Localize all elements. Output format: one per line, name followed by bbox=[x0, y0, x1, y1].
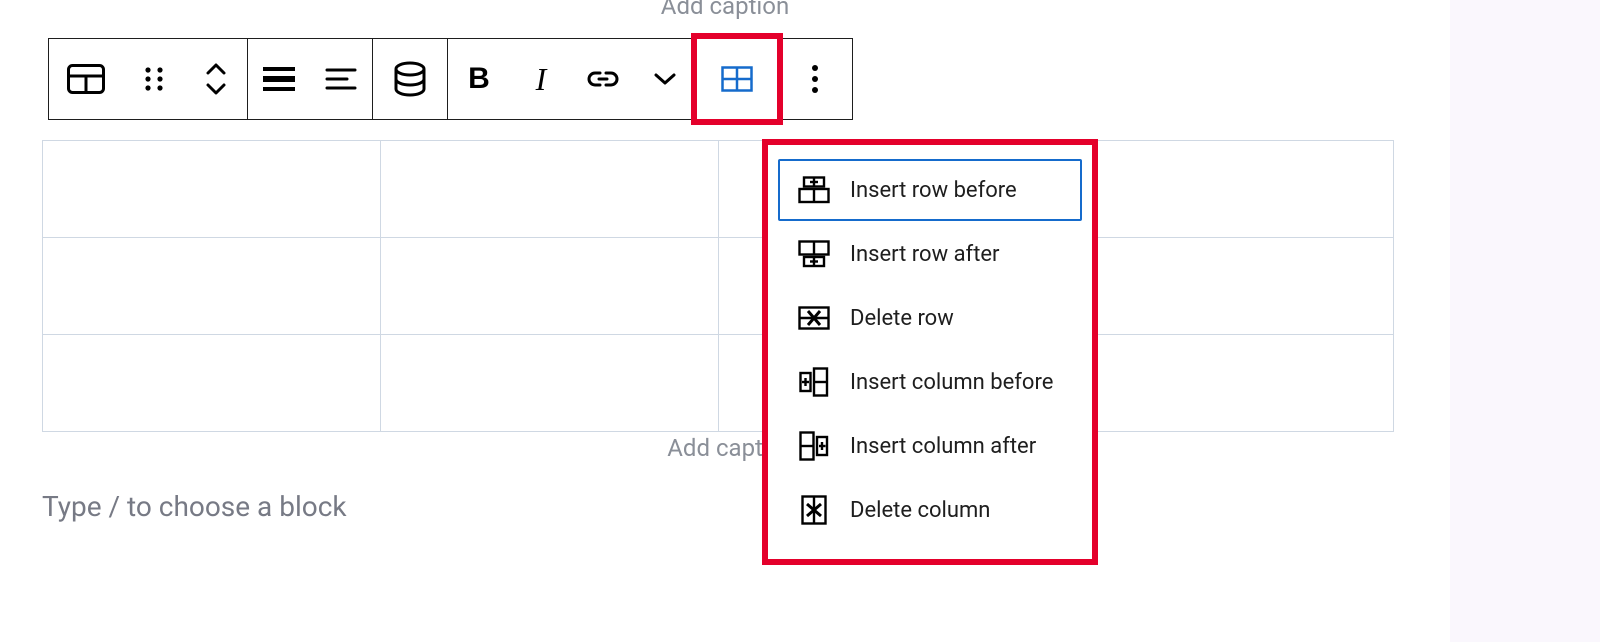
more-vertical-icon bbox=[811, 64, 819, 94]
table-cell[interactable] bbox=[1056, 141, 1394, 238]
toolbar-group-block bbox=[49, 39, 248, 119]
insert-col-before-icon bbox=[798, 367, 830, 397]
menu-delete-col[interactable]: Delete column bbox=[778, 479, 1082, 541]
menu-item-label: Insert row before bbox=[850, 178, 1017, 203]
options-button[interactable] bbox=[778, 40, 852, 118]
menu-item-label: Insert column after bbox=[850, 434, 1036, 459]
styles-button[interactable] bbox=[373, 40, 447, 118]
move-updown-button[interactable] bbox=[185, 40, 247, 118]
chevron-down-icon bbox=[653, 72, 677, 86]
editor-table[interactable] bbox=[42, 140, 1394, 432]
menu-item-label: Delete row bbox=[850, 306, 954, 331]
align-content-icon bbox=[325, 67, 357, 91]
menu-item-label: Delete column bbox=[850, 498, 990, 523]
table-edit-icon bbox=[721, 66, 753, 92]
table-cell[interactable] bbox=[1056, 335, 1394, 432]
caption-placeholder[interactable]: Add capti bbox=[42, 434, 1394, 462]
block-appender-placeholder[interactable]: Type / to choose a block bbox=[42, 490, 347, 523]
italic-icon: I bbox=[536, 61, 547, 98]
menu-delete-row[interactable]: Delete row bbox=[778, 287, 1082, 349]
insert-col-after-icon bbox=[798, 431, 830, 461]
table-cell[interactable] bbox=[380, 141, 718, 238]
align-content-button[interactable] bbox=[310, 40, 372, 118]
link-icon bbox=[586, 69, 620, 89]
link-button[interactable] bbox=[572, 40, 634, 118]
italic-button[interactable]: I bbox=[510, 40, 572, 118]
table-row[interactable] bbox=[43, 335, 1394, 432]
table-row[interactable] bbox=[43, 238, 1394, 335]
caption-placeholder-top[interactable]: Add caption bbox=[0, 0, 1450, 20]
menu-item-label: Insert row after bbox=[850, 242, 1000, 267]
sidebar-strip bbox=[1450, 0, 1600, 642]
toolbar-group-table-edit bbox=[697, 39, 778, 119]
delete-col-icon bbox=[798, 495, 830, 525]
insert-row-before-icon bbox=[798, 175, 830, 205]
toolbar-group-format: B I bbox=[448, 39, 697, 119]
drag-handle-button[interactable] bbox=[123, 40, 185, 118]
delete-row-icon bbox=[798, 303, 830, 333]
table-block-icon bbox=[67, 64, 105, 94]
block-type-button[interactable] bbox=[49, 40, 123, 118]
bold-icon: B bbox=[468, 62, 490, 96]
align-full-icon bbox=[263, 67, 295, 91]
table-cell[interactable] bbox=[380, 238, 718, 335]
insert-row-after-icon bbox=[798, 239, 830, 269]
table-cell[interactable] bbox=[1056, 238, 1394, 335]
align-full-button[interactable] bbox=[248, 40, 310, 118]
menu-insert-row-before[interactable]: Insert row before bbox=[778, 159, 1082, 221]
chevron-updown-icon bbox=[204, 61, 228, 97]
menu-insert-col-after[interactable]: Insert column after bbox=[778, 415, 1082, 477]
table-cell[interactable] bbox=[43, 335, 381, 432]
table-cell[interactable] bbox=[43, 141, 381, 238]
more-format-button[interactable] bbox=[634, 40, 696, 118]
toolbar-group-styles bbox=[373, 39, 448, 119]
database-icon bbox=[392, 61, 428, 97]
toolbar-group-options bbox=[778, 39, 852, 119]
menu-insert-row-after[interactable]: Insert row after bbox=[778, 223, 1082, 285]
table-cell[interactable] bbox=[43, 238, 381, 335]
table-edit-dropdown: Insert row before Insert row after bbox=[762, 139, 1098, 565]
drag-icon bbox=[144, 66, 164, 92]
table-row[interactable] bbox=[43, 141, 1394, 238]
edit-table-button[interactable] bbox=[703, 45, 771, 113]
edit-table-button-highlight bbox=[697, 39, 777, 119]
menu-insert-col-before[interactable]: Insert column before bbox=[778, 351, 1082, 413]
bold-button[interactable]: B bbox=[448, 40, 510, 118]
toolbar-group-align bbox=[248, 39, 373, 119]
table-cell[interactable] bbox=[380, 335, 718, 432]
block-toolbar: B I bbox=[48, 38, 853, 120]
menu-item-label: Insert column before bbox=[850, 370, 1053, 395]
